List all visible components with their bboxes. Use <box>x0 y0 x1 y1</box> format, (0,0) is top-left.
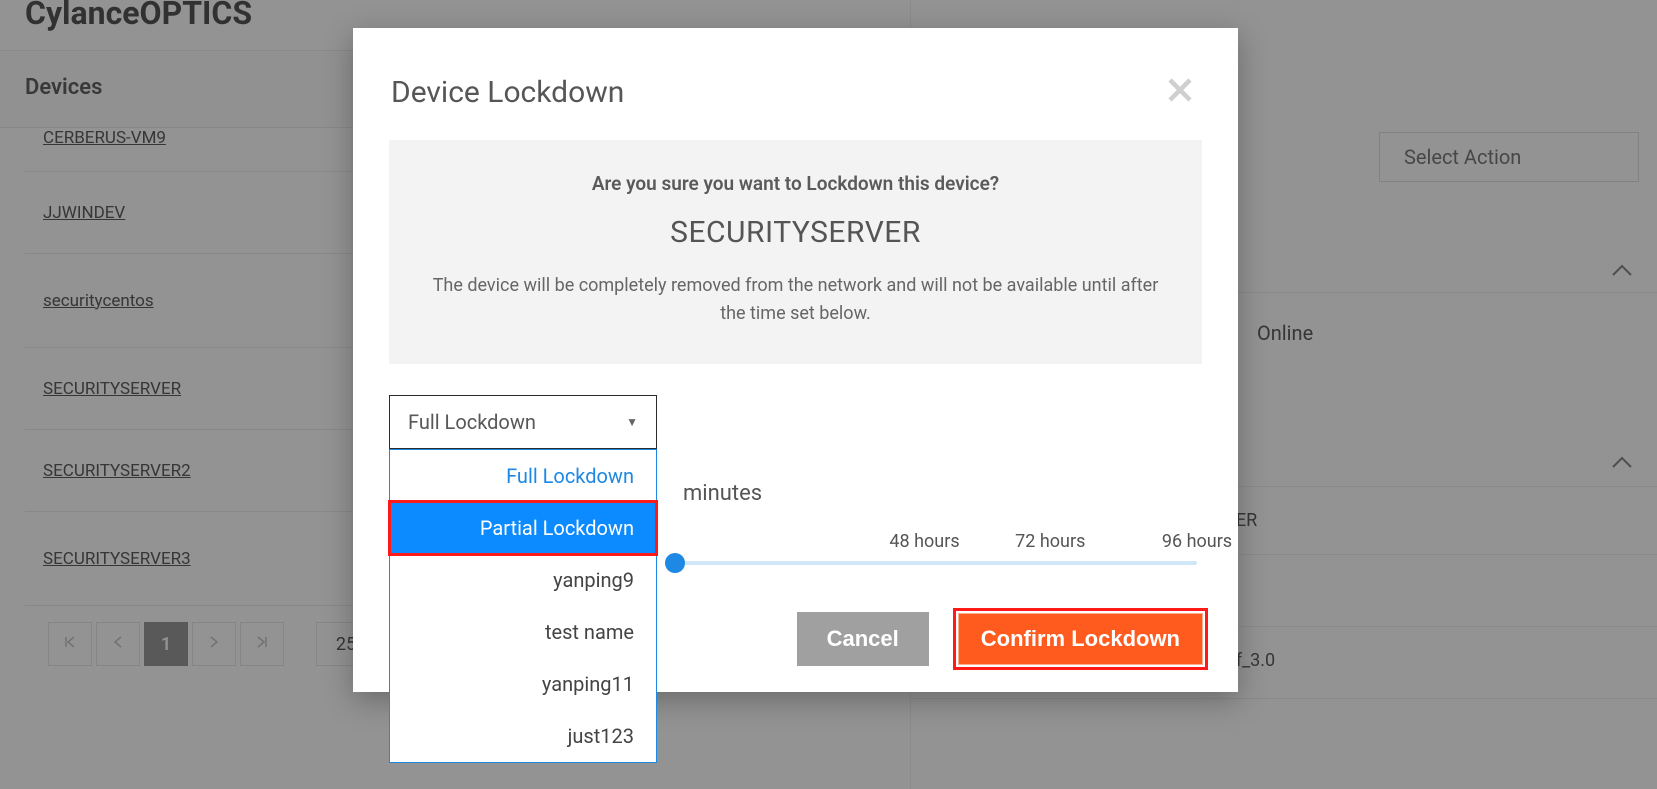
banner-device-name: SECURITYSERVER <box>429 215 1162 250</box>
close-button[interactable] <box>1160 72 1200 112</box>
slider-thumb[interactable] <box>665 553 685 573</box>
slider-tick-48: 48 hours <box>889 531 959 552</box>
dropdown-option-yp11[interactable]: yanping11 <box>390 658 656 710</box>
confirm-highlight: Confirm Lockdown <box>953 608 1208 670</box>
slider-tick-96: 96 hours <box>1162 531 1232 552</box>
cancel-button[interactable]: Cancel <box>797 612 929 666</box>
duration-label: minutes <box>683 481 762 506</box>
dropdown-option-just[interactable]: just123 <box>390 710 656 762</box>
modal-header: Device Lockdown <box>353 28 1238 140</box>
modal-action-buttons: Cancel Confirm Lockdown <box>797 608 1208 670</box>
close-icon <box>1166 74 1194 110</box>
lockdown-type-dropdown[interactable]: Full Lockdown Partial Lockdown yanping9 … <box>389 449 657 763</box>
chevron-down-icon: ▼ <box>626 415 638 429</box>
dropdown-option-partial[interactable]: Partial Lockdown <box>390 502 656 554</box>
banner-description: The device will be completely removed fr… <box>429 272 1162 328</box>
modal-title: Device Lockdown <box>391 75 624 110</box>
duration-slider[interactable]: 48 hours 72 hours 96 hours <box>673 561 1197 565</box>
dropdown-option-full[interactable]: Full Lockdown <box>390 450 656 502</box>
dropdown-option-test[interactable]: test name <box>390 606 656 658</box>
lockdown-type-select[interactable]: Full Lockdown ▼ <box>389 395 657 449</box>
dropdown-option-yp9[interactable]: yanping9 <box>390 554 656 606</box>
confirmation-banner: Are you sure you want to Lockdown this d… <box>389 140 1202 364</box>
confirm-lockdown-button[interactable]: Confirm Lockdown <box>958 613 1203 665</box>
slider-tick-72: 72 hours <box>1015 531 1085 552</box>
lockdown-type-select-wrap: Full Lockdown ▼ <box>389 395 657 449</box>
lockdown-type-value: Full Lockdown <box>408 410 536 434</box>
banner-question: Are you sure you want to Lockdown this d… <box>429 172 1162 195</box>
